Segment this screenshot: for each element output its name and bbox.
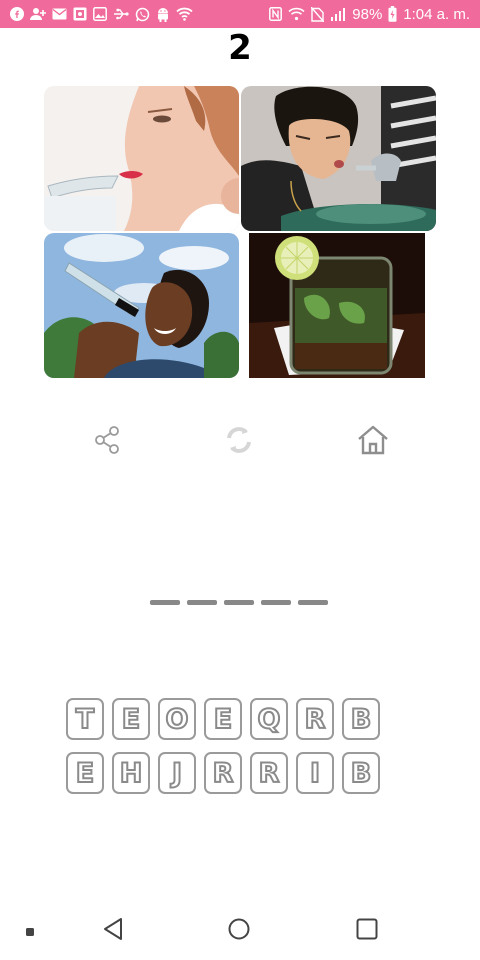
gallery-icon	[73, 7, 87, 21]
recent-apps-button[interactable]	[354, 918, 380, 944]
answer-slot[interactable]	[298, 600, 328, 605]
letter-tile[interactable]: E	[112, 698, 150, 740]
navigation-bar	[0, 900, 480, 960]
share-icon	[91, 424, 123, 460]
boy-drinking-fountain-photo	[241, 86, 436, 231]
status-bar: 98% 1:04 a. m.	[0, 0, 480, 28]
usb-icon	[113, 8, 129, 20]
letter-tile[interactable]: R	[296, 698, 334, 740]
nav-dot-button[interactable]	[24, 918, 36, 942]
signal-icon	[330, 7, 346, 21]
no-sim-icon	[311, 6, 325, 22]
letter-tile[interactable]: R	[204, 752, 242, 794]
letter-row-1: T E O E Q R B	[66, 698, 406, 740]
answer-slot[interactable]	[224, 600, 254, 605]
whatsapp-icon	[135, 7, 150, 22]
battery-level: 98%	[352, 5, 383, 23]
letter-tile[interactable]: O	[158, 698, 196, 740]
answer-slot[interactable]	[187, 600, 217, 605]
clock: 1:04 a. m.	[403, 5, 470, 23]
nfc-icon	[269, 7, 283, 21]
android-icon	[156, 7, 170, 22]
add-contact-icon	[30, 7, 46, 21]
nav-dot-icon	[26, 921, 34, 940]
facebook-icon	[10, 7, 24, 21]
answer-slots	[150, 600, 328, 605]
letter-tile[interactable]: J	[158, 752, 196, 794]
letter-tile[interactable]: I	[296, 752, 334, 794]
woman-drinking-bottle-photo	[44, 233, 239, 378]
home-nav-button[interactable]	[226, 918, 252, 944]
mojito-glass-photo	[249, 233, 425, 378]
letter-row-2: E H J R R I B	[66, 752, 406, 794]
letter-tile[interactable]: Q	[250, 698, 288, 740]
back-button[interactable]	[100, 918, 126, 944]
status-system: 98% 1:04 a. m.	[269, 6, 470, 23]
home-circle-icon	[228, 918, 250, 944]
letter-tile[interactable]: H	[112, 752, 150, 794]
photo-grid	[44, 86, 436, 380]
battery-charging-icon	[388, 6, 397, 22]
share-button[interactable]	[85, 420, 129, 464]
back-triangle-icon	[102, 917, 124, 945]
level-number: 2	[228, 28, 252, 68]
letter-tile[interactable]: B	[342, 752, 380, 794]
action-bar	[0, 420, 480, 464]
letter-tile[interactable]: B	[342, 698, 380, 740]
letter-tile[interactable]: E	[204, 698, 242, 740]
recent-square-icon	[356, 918, 378, 944]
answer-slot[interactable]	[150, 600, 180, 605]
home-icon	[355, 422, 391, 462]
wifi-icon	[176, 7, 193, 21]
letter-tile[interactable]: T	[66, 698, 104, 740]
status-notifications	[10, 7, 193, 22]
woman-drinking-glass-photo	[44, 86, 239, 231]
refresh-button[interactable]	[217, 420, 261, 464]
wifi-icon	[288, 7, 305, 21]
home-button[interactable]	[351, 420, 395, 464]
image-icon	[93, 7, 107, 21]
mail-icon	[52, 8, 67, 20]
letter-tile[interactable]: E	[66, 752, 104, 794]
letter-tile[interactable]: R	[250, 752, 288, 794]
refresh-icon	[222, 423, 256, 461]
answer-slot[interactable]	[261, 600, 291, 605]
